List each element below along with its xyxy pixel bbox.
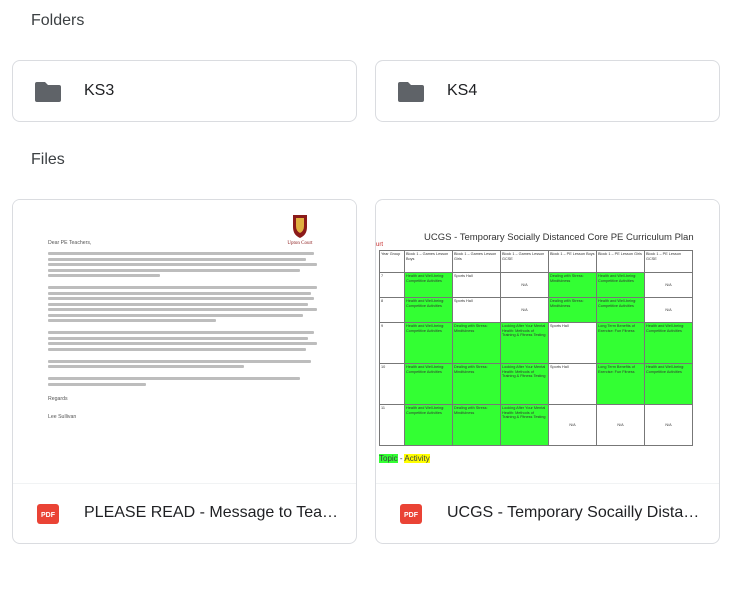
- file-thumbnail: urt UCGS - Temporary Socially Distanced …: [376, 200, 719, 483]
- folder-name: KS3: [84, 82, 115, 99]
- table-cell: Sports Hall: [452, 272, 501, 298]
- table-cell: N/A: [548, 404, 597, 446]
- table-header: Block 1 – PE Lesson GCSE: [644, 250, 693, 273]
- table-cell: Health and Well-being: Competitive Activ…: [404, 272, 453, 298]
- curriculum-table: Year Group Block 1 – Games Lesson Boys B…: [379, 250, 693, 446]
- year-cell: 9: [379, 322, 405, 364]
- table-header: Block 1 – Games Lesson Boys: [404, 250, 453, 273]
- table-cell: Health and Well-being: Competitive Activ…: [644, 363, 693, 405]
- folder-icon: [398, 82, 424, 102]
- table-header: Year Group: [379, 250, 405, 273]
- table-cell: Dealing with Stress: Mindfulness: [452, 322, 501, 364]
- table-cell: Health and Well-being: Competitive Activ…: [596, 272, 645, 298]
- table-cell: Health and Well-being: Competitive Activ…: [404, 363, 453, 405]
- table-header: Block 1 – Games Lesson GCSE: [500, 250, 549, 273]
- table-header: Block 1 – PE Lesson Girls: [596, 250, 645, 273]
- letter-preview: Dear PE Teachers, Regards Lee Sullivan: [48, 210, 328, 426]
- table-header: Block 1 – Games Lesson Girls: [452, 250, 501, 273]
- table-row: 11 Health and Well-being: Competitive Ac…: [379, 404, 693, 446]
- legend-activity: Activity: [404, 454, 430, 463]
- folders-section-title: Folders: [31, 12, 85, 29]
- table-cell: Looking After Your Mental Health: Method…: [500, 322, 549, 364]
- table-cell: Health and Well-being: Competitive Activ…: [596, 297, 645, 323]
- year-cell: 10: [379, 363, 405, 405]
- plan-side-mark: urt: [376, 242, 384, 248]
- table-cell: N/A: [596, 404, 645, 446]
- folder-name: KS4: [447, 82, 478, 99]
- table-cell: N/A: [644, 272, 693, 298]
- table-cell: Long Term Benefits of Exercise: Fun Fitn…: [596, 322, 645, 364]
- files-section-title: Files: [31, 151, 65, 168]
- file-footer: PDF PLEASE READ - Message to Teachers: [13, 483, 356, 543]
- table-cell: Dealing with Stress: Mindfulness: [452, 404, 501, 446]
- folder-card-ks3[interactable]: KS3: [12, 60, 357, 122]
- table-cell: Health and Well-being: Competitive Activ…: [404, 404, 453, 446]
- table-cell: N/A: [500, 272, 549, 298]
- table-cell: Dealing with Stress: Mindfulness: [548, 272, 597, 298]
- folder-icon: [35, 82, 61, 102]
- file-thumbnail: Upton Court Dear PE Teachers, Regards Le…: [13, 200, 356, 483]
- table-cell: N/A: [644, 404, 693, 446]
- file-name: PLEASE READ - Message to Teachers: [84, 504, 342, 521]
- svg-text:PDF: PDF: [404, 512, 419, 519]
- table-row: 10 Health and Well-being: Competitive Ac…: [379, 363, 693, 405]
- year-cell: 8: [379, 297, 405, 323]
- table-cell: Looking After Your Mental Health: Method…: [500, 404, 549, 446]
- table-row: 7 Health and Well-being: Competitive Act…: [379, 272, 693, 298]
- svg-text:PDF: PDF: [41, 512, 56, 519]
- table-cell: Sports Hall: [548, 363, 597, 405]
- table-cell: Sports Hall: [548, 322, 597, 364]
- plan-title: UCGS - Temporary Socially Distanced Core…: [424, 232, 694, 243]
- table-row: 8 Health and Well-being: Competitive Act…: [379, 297, 693, 323]
- table-cell: Sports Hall: [452, 297, 501, 323]
- plan-legend: Topic - Activity: [379, 454, 430, 463]
- legend-topic: Topic: [379, 454, 398, 463]
- table-cell: Health and Well-being: Competitive Activ…: [404, 297, 453, 323]
- table-cell: Dealing with Stress: Mindfulness: [548, 297, 597, 323]
- table-header: Block 1 – PE Lesson Boys: [548, 250, 597, 273]
- letter-greeting: Dear PE Teachers,: [48, 240, 92, 246]
- folder-card-ks4[interactable]: KS4: [375, 60, 720, 122]
- year-cell: 7: [379, 272, 405, 298]
- file-name: UCGS - Temporary Socailly Distanced Core…: [447, 504, 705, 521]
- table-cell: Health and Well-being: Competitive Activ…: [404, 322, 453, 364]
- letter-closing: Regards: [48, 396, 68, 402]
- table-cell: N/A: [644, 297, 693, 323]
- letter-signature: Lee Sullivan: [48, 414, 77, 420]
- file-card-curriculum-plan[interactable]: urt UCGS - Temporary Socially Distanced …: [375, 199, 720, 544]
- table-cell: Health and Well-being: Competitive Activ…: [644, 322, 693, 364]
- table-cell: Long Term Benefits of Exercise: Fun Fitn…: [596, 363, 645, 405]
- table-cell: Looking After Your Mental Health: Method…: [500, 363, 549, 405]
- table-cell: N/A: [500, 297, 549, 323]
- table-cell: Dealing with Stress: Mindfulness: [452, 363, 501, 405]
- pdf-icon: PDF: [37, 504, 59, 524]
- file-card-message-to-teachers[interactable]: Upton Court Dear PE Teachers, Regards Le…: [12, 199, 357, 544]
- table-row: 9 Health and Well-being: Competitive Act…: [379, 322, 693, 364]
- file-footer: PDF UCGS - Temporary Socailly Distanced …: [376, 483, 719, 543]
- year-cell: 11: [379, 404, 405, 446]
- pdf-icon: PDF: [400, 504, 422, 524]
